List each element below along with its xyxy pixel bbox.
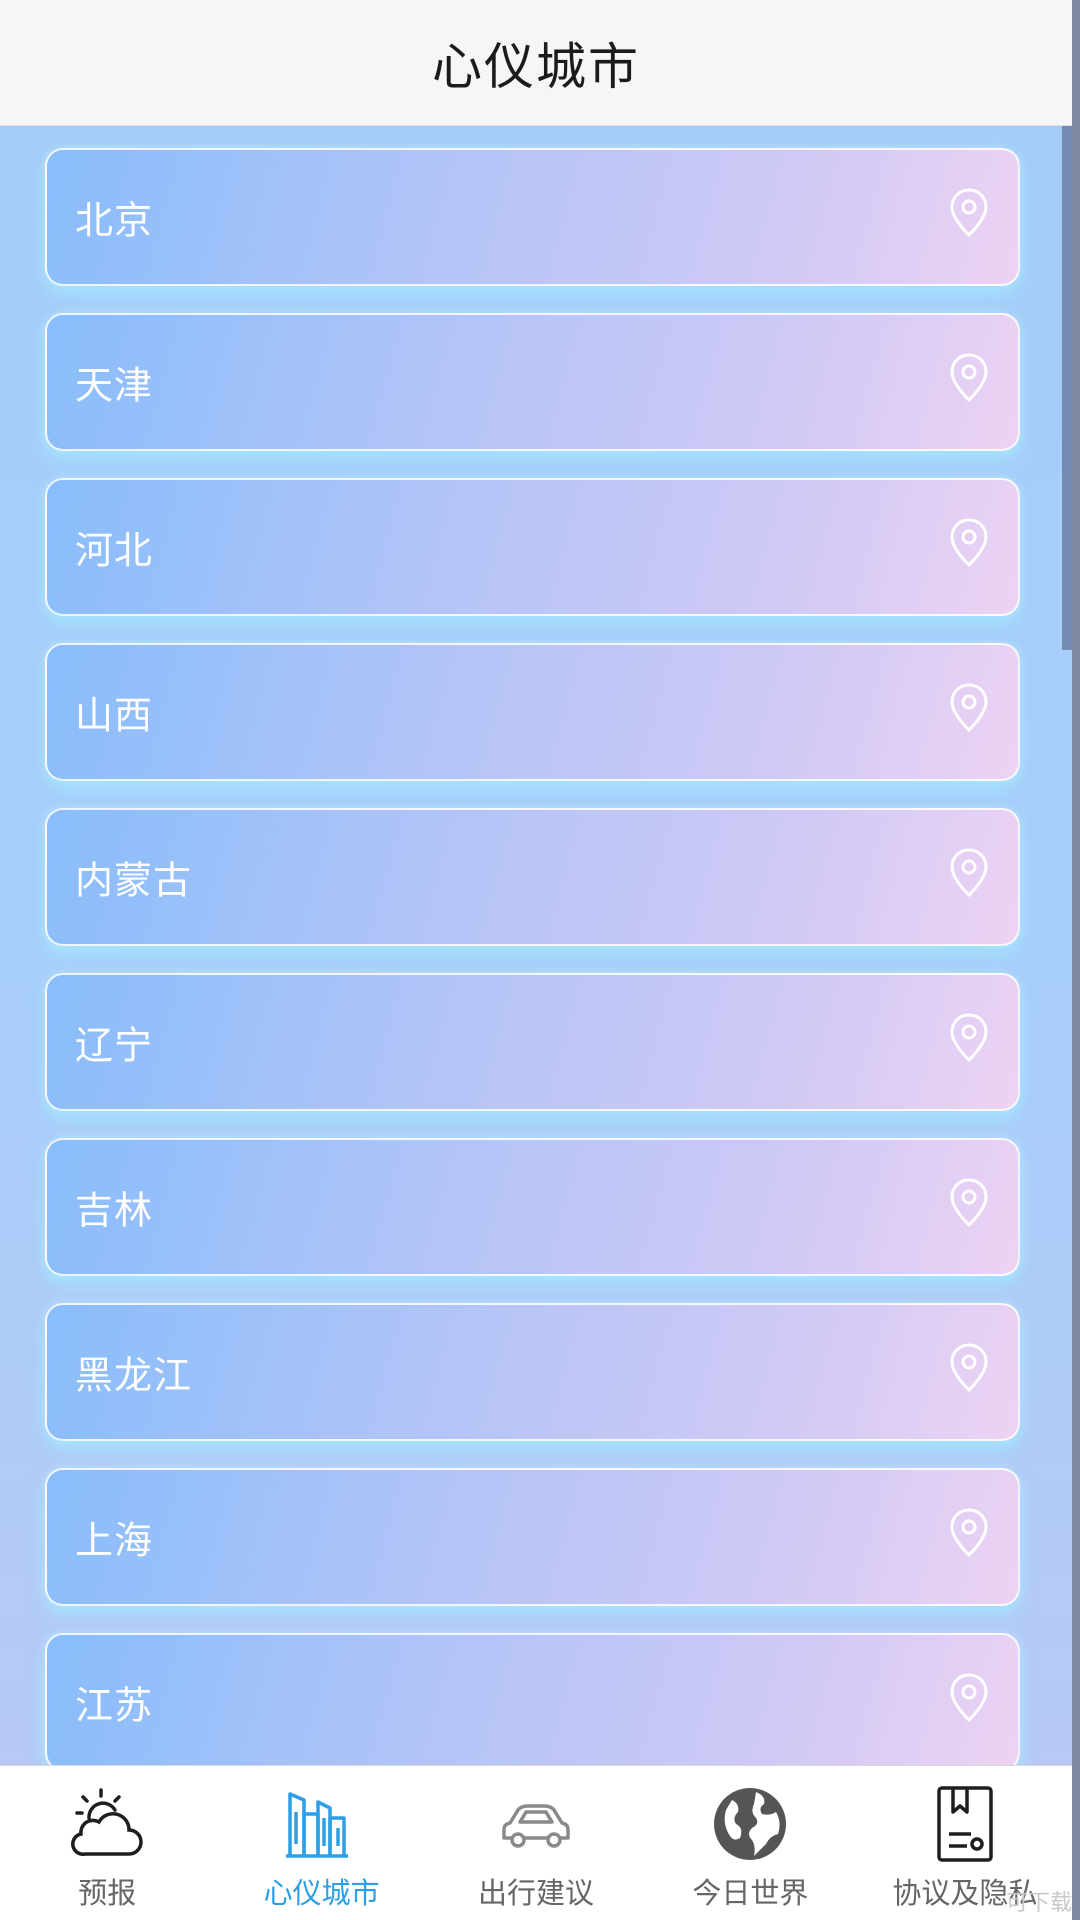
city-name: 山西 [75, 693, 154, 738]
city-name: 吉林 [75, 1188, 154, 1233]
city-card-heilongjiang[interactable]: 黑龙江 [45, 1303, 1020, 1441]
tab-favorite-cities[interactable]: 心仪城市 [214, 1766, 428, 1920]
page-title: 心仪城市 [432, 37, 640, 96]
city-name: 上海 [75, 1518, 154, 1563]
city-list[interactable]: 北京 天津 河北 山西 内蒙古 辽宁 吉林 黑龙江 上海 江苏 [0, 126, 1072, 1765]
city-name: 天津 [75, 363, 154, 408]
car-icon [502, 1804, 570, 1848]
tab-label: 心仪城市 [263, 1876, 380, 1910]
globe-icon [714, 1788, 787, 1860]
city-card-jilin[interactable]: 吉林 [45, 1138, 1020, 1276]
city-card-beijing[interactable]: 北京 [45, 148, 1020, 286]
screen-edge-strip [1072, 0, 1080, 1920]
city-card-jiangsu[interactable]: 江苏 [45, 1633, 1020, 1765]
location-pin-icon [950, 188, 988, 238]
top-app-bar: 心仪城市 [0, 0, 1072, 126]
city-card-hebei[interactable]: 河北 [45, 478, 1020, 616]
location-pin-icon [950, 353, 988, 403]
city-name: 辽宁 [75, 1023, 154, 1068]
tab-travel-advice[interactable]: 出行建议 [429, 1766, 643, 1920]
location-pin-icon [950, 683, 988, 733]
city-name: 北京 [75, 198, 154, 243]
tab-label: 今日世界 [692, 1876, 809, 1910]
city-name: 河北 [75, 528, 154, 573]
tab-label: 预报 [78, 1876, 137, 1910]
location-pin-icon [950, 1673, 988, 1723]
weather-cloud-sun-icon [71, 1788, 143, 1856]
document-bookmark-icon [937, 1786, 993, 1862]
city-name: 内蒙古 [75, 858, 193, 903]
city-name: 黑龙江 [75, 1353, 193, 1398]
city-name: 江苏 [75, 1683, 154, 1728]
location-pin-icon [950, 518, 988, 568]
city-card-liaoning[interactable]: 辽宁 [45, 973, 1020, 1111]
city-card-shanghai[interactable]: 上海 [45, 1468, 1020, 1606]
location-pin-icon [950, 1178, 988, 1228]
city-card-neimenggu[interactable]: 内蒙古 [45, 808, 1020, 946]
location-pin-icon [950, 1343, 988, 1393]
city-card-shanxi[interactable]: 山西 [45, 643, 1020, 781]
city-buildings-icon [285, 1792, 348, 1858]
tab-forecast[interactable]: 预报 [0, 1766, 214, 1920]
location-pin-icon [950, 1013, 988, 1063]
bottom-tab-bar: 预报 心仪城市 出行建议 今日世界 协议及隐私 可下载 [0, 1765, 1072, 1920]
location-pin-icon [950, 848, 988, 898]
list-scrollbar[interactable] [1062, 126, 1072, 650]
tab-label: 出行建议 [478, 1876, 595, 1910]
location-pin-icon [950, 1508, 988, 1558]
watermark: 可下载 [1005, 1891, 1072, 1916]
city-card-tianjin[interactable]: 天津 [45, 313, 1020, 451]
tab-world-today[interactable]: 今日世界 [643, 1766, 857, 1920]
